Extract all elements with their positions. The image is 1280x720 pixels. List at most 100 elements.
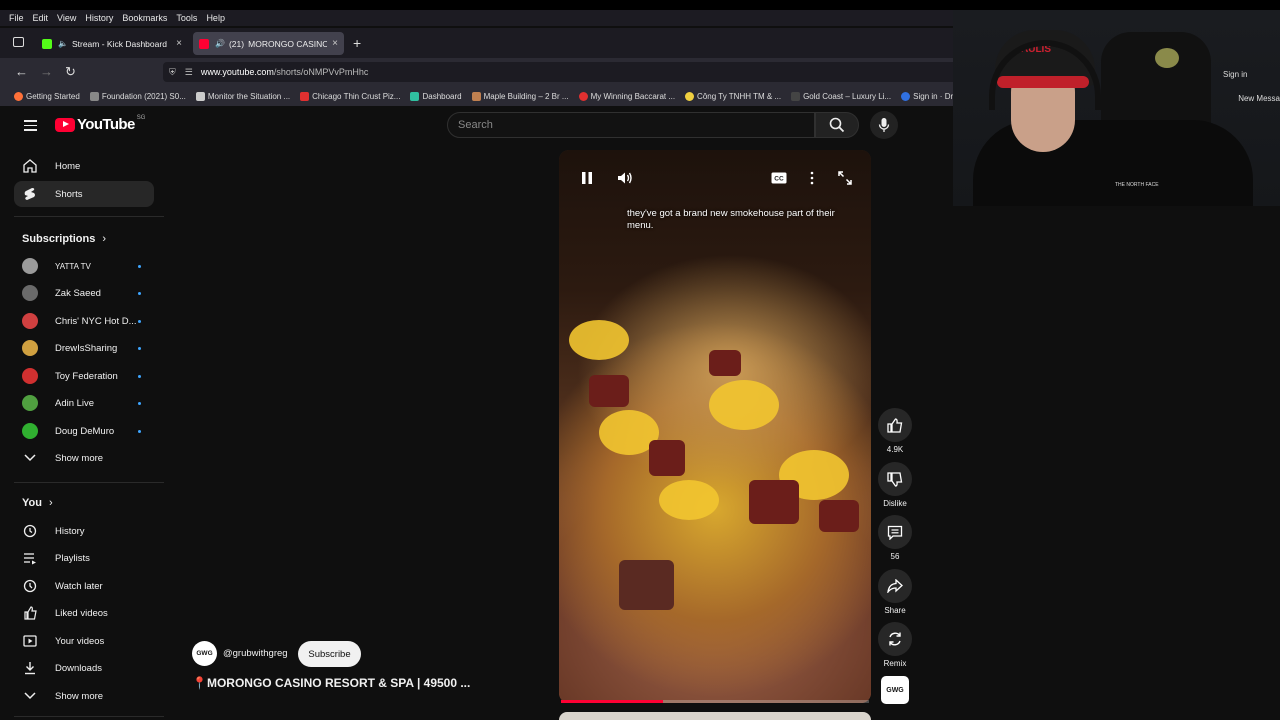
menu-edit[interactable]: Edit <box>33 13 49 23</box>
new-content-dot <box>138 375 141 378</box>
back-icon[interactable]: ← <box>15 64 28 80</box>
subscription-toy-federation[interactable]: Toy Federation <box>14 363 154 389</box>
video-detail <box>589 375 629 407</box>
bookmark[interactable]: Công Ty TNHH TM & ... <box>685 91 782 101</box>
chair-logo <box>1155 48 1179 68</box>
thumbs-up-icon <box>887 417 903 433</box>
menu-icon[interactable] <box>24 120 37 134</box>
mute-icon[interactable]: 🔈 <box>58 39 68 48</box>
tab-kick-dashboard[interactable]: 🔈 Stream - Kick Dashboard × <box>36 32 188 55</box>
reload-icon[interactable]: ↻ <box>65 64 76 80</box>
shorts-video-player[interactable]: CC they've got a brand new smokehouse pa… <box>559 150 871 703</box>
tab-overview-icon[interactable] <box>13 37 24 47</box>
captions-button[interactable]: CC <box>769 170 789 186</box>
next-short-preview[interactable] <box>559 712 871 720</box>
liked-icon <box>24 606 37 620</box>
sidebar-item-history[interactable]: History <box>14 518 154 544</box>
shield-icon[interactable]: ⛨ <box>169 67 176 78</box>
window-top-strip <box>0 0 1280 10</box>
remix-icon <box>889 632 901 646</box>
pause-button[interactable] <box>577 170 597 186</box>
subscribe-button[interactable]: Subscribe <box>298 641 361 667</box>
sidebar-item-home[interactable]: Home <box>14 153 154 179</box>
dislike-button[interactable] <box>878 462 912 496</box>
pause-icon <box>582 172 592 184</box>
subscription-doug-demuro[interactable]: Doug DeMuro <box>14 418 154 444</box>
channel-avatar <box>22 340 38 356</box>
forward-icon[interactable]: → <box>40 64 53 80</box>
subscription-label: Zak Saeed <box>55 287 101 299</box>
sidebar-item-playlists[interactable]: Playlists <box>14 545 154 571</box>
bookmark[interactable]: My Winning Baccarat ... <box>578 91 675 101</box>
bookmark[interactable]: Monitor the Situation ... <box>195 91 290 101</box>
subscription-label: Doug DeMuro <box>55 425 115 437</box>
menu-tools[interactable]: Tools <box>176 13 197 23</box>
channel-avatar <box>22 368 38 384</box>
remix-button[interactable] <box>878 622 912 656</box>
new-tab-button[interactable]: + <box>353 35 361 51</box>
subscription-chris-nyc[interactable]: Chris' NYC Hot D... <box>14 308 154 334</box>
sidebar-item-watch-later[interactable]: Watch later <box>14 573 154 599</box>
show-more-subscriptions[interactable]: Show more <box>14 445 154 471</box>
divider <box>14 482 164 483</box>
subscription-label: Toy Federation <box>55 370 118 382</box>
sidebar-item-shorts[interactable]: Shorts <box>14 181 154 207</box>
comments-button[interactable] <box>878 515 912 549</box>
webcam-overlay: Sign in New Messa AULIS THE NORTH FACE <box>953 10 1280 206</box>
tab-youtube-short[interactable]: 🔊 (21) MORONGO CASINO × <box>193 32 344 55</box>
show-more-label: Show more <box>55 452 104 464</box>
svg-text:CC: CC <box>774 176 784 183</box>
url-bar[interactable]: ⛨ ☰ www.youtube.com/shorts/oNMPVvPmHhc <box>163 62 963 82</box>
close-tab-icon[interactable]: × <box>176 38 182 49</box>
sidebar-item-label: Liked videos <box>55 607 108 619</box>
channel-avatar <box>22 285 38 301</box>
fullscreen-button[interactable] <box>835 170 855 186</box>
your-videos-icon <box>23 635 37 647</box>
menu-help[interactable]: Help <box>206 13 225 23</box>
menu-file[interactable]: File <box>9 13 24 23</box>
page-info-icon[interactable]: ☰ <box>185 67 193 78</box>
menu-history[interactable]: History <box>85 13 113 23</box>
bookmark[interactable]: Foundation (2021) S0... <box>89 91 186 101</box>
search-button[interactable] <box>815 112 859 138</box>
menu-view[interactable]: View <box>57 13 76 23</box>
short-title[interactable]: 📍MORONGO CASINO RESORT & SPA | 49500 ... <box>192 676 470 690</box>
close-tab-icon[interactable]: × <box>332 38 338 49</box>
channel-avatar[interactable]: GWG <box>192 641 217 666</box>
bookmark-label: Công Ty TNHH TM & ... <box>697 91 782 101</box>
share-button[interactable] <box>878 569 912 603</box>
kick-icon <box>42 38 52 49</box>
subscription-adin-live[interactable]: Adin Live <box>14 390 154 416</box>
bookmark[interactable]: Maple Building – 2 Br ... <box>471 91 569 101</box>
channel-thumbnail[interactable]: GWG <box>881 676 909 704</box>
video-detail <box>569 320 629 360</box>
divider <box>14 716 164 717</box>
search-input[interactable]: Search <box>447 112 815 138</box>
bookmark[interactable]: Gold Coast – Luxury Li... <box>791 91 891 101</box>
bookmark[interactable]: Dashboard <box>410 91 462 101</box>
you-heading[interactable]: You › <box>22 497 53 509</box>
menu-bookmarks[interactable]: Bookmarks <box>122 13 167 23</box>
channel-handle[interactable]: @grubwithgreg <box>223 648 288 659</box>
like-button[interactable] <box>878 408 912 442</box>
subscription-zak-saeed[interactable]: Zak Saeed <box>14 280 154 306</box>
sidebar-item-your-videos[interactable]: Your videos <box>14 628 154 654</box>
sidebar-item-liked-videos[interactable]: Liked videos <box>14 600 154 626</box>
download-icon <box>25 662 35 675</box>
bookmark-label: Foundation (2021) S0... <box>101 91 186 101</box>
subscription-yatta-tv[interactable]: YATTA TV <box>14 253 154 279</box>
video-progress-bar[interactable] <box>561 700 869 703</box>
bookmark[interactable]: Chicago Thin Crust Piz... <box>300 91 400 101</box>
sidebar-item-downloads[interactable]: Downloads <box>14 655 154 681</box>
microphone-icon <box>878 118 890 132</box>
subscriptions-heading[interactable]: Subscriptions › <box>22 233 106 245</box>
more-options-button[interactable] <box>802 170 822 186</box>
speaker-icon[interactable]: 🔊 <box>215 39 225 48</box>
bookmark[interactable]: Getting Started <box>14 91 80 101</box>
voice-search-button[interactable] <box>870 111 898 139</box>
youtube-logo[interactable]: YouTube SG <box>55 115 145 133</box>
chevron-down-icon <box>24 692 36 700</box>
volume-button[interactable] <box>615 170 635 186</box>
show-more-you[interactable]: Show more <box>14 683 154 709</box>
subscription-drewissharing[interactable]: DrewIsSharing <box>14 335 154 361</box>
